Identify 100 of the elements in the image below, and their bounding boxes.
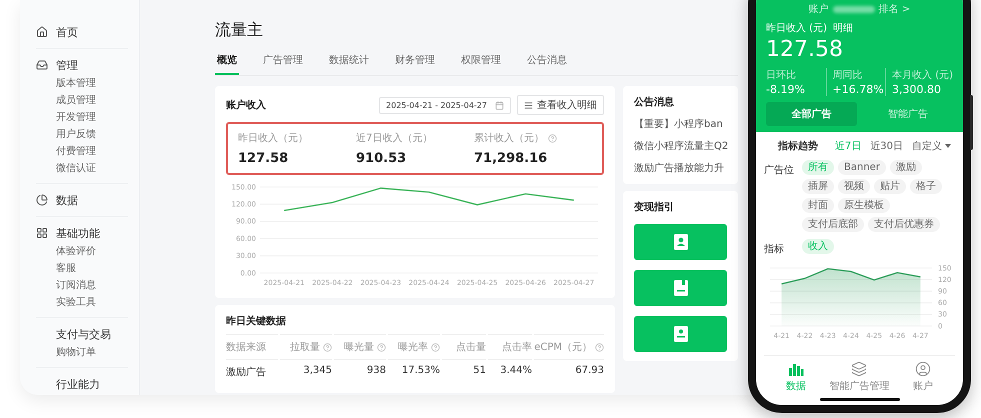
stat-label: 累计收入（元） (474, 132, 544, 145)
filter-label: 广告位 (764, 164, 795, 177)
account-label: 账户 (808, 2, 829, 16)
filter-chip[interactable]: 插屏 (802, 179, 834, 194)
guide-tile[interactable] (634, 224, 727, 260)
sidebar-item[interactable]: 用户反馈 (36, 126, 96, 143)
list-icon (524, 100, 533, 110)
stat-value: -8.19% (766, 83, 806, 96)
stat-label: 周同比 (832, 68, 864, 82)
tab[interactable]: 概览 (215, 53, 239, 75)
card-title: 公告消息 (634, 96, 675, 109)
sidebar-item[interactable]: 微信认证 (36, 160, 96, 177)
filter-chip[interactable]: 格子 (910, 179, 942, 194)
column-header: 曝光率 (398, 340, 428, 354)
sidebar-section[interactable]: 行业能力 (56, 376, 100, 392)
stat-label: 日环比 (766, 68, 797, 82)
sidebar-item[interactable]: 付费管理 (36, 143, 96, 160)
caret-icon (945, 144, 951, 148)
grid-icon (36, 227, 48, 239)
calendar-icon (495, 100, 504, 110)
sidebar-item[interactable]: 购物订单 (36, 344, 96, 361)
sidebar-section[interactable]: 支付与交易 (56, 326, 111, 342)
sidebar-section[interactable]: 基础功能 (56, 226, 100, 240)
ad-tab[interactable]: 全部广告 (766, 102, 856, 126)
stat-value: 910.53 (356, 151, 408, 166)
range-option[interactable]: 自定义 (912, 139, 951, 153)
stat-label: 本月收入 (元) (892, 68, 953, 82)
help-icon (431, 342, 440, 352)
stat-label: 昨日收入（元） (238, 132, 308, 145)
sidebar-item[interactable]: 开发管理 (36, 109, 96, 126)
bar-chart-icon (788, 361, 804, 377)
inbox-icon (36, 59, 48, 71)
filter-chip[interactable]: 贴片 (874, 179, 906, 194)
notice-link[interactable]: 【重要】小程序ban (634, 117, 723, 131)
redacted-bar (832, 6, 875, 12)
section-title: 指标趋势 (778, 140, 818, 153)
column-header: eCPM（元） (534, 341, 592, 354)
income-detail-button[interactable]: 查看收入明细 (517, 95, 604, 115)
card-title: 变现指引 (634, 200, 675, 214)
sidebar-item[interactable]: 订阅消息 (36, 277, 96, 294)
table-cell-text: 激励广告 (226, 366, 267, 380)
stat-label: 近7日收入（元） (356, 132, 432, 145)
document-icon (674, 280, 688, 296)
nav-item[interactable]: 智能广告管理 (828, 361, 892, 393)
column-header: 数据来源 (226, 340, 266, 354)
help-icon (323, 342, 332, 352)
card-title: 账户收入 (226, 98, 266, 112)
notice-link[interactable]: 激励广告播放能力升 (634, 161, 724, 175)
stat-value: +16.78% (832, 83, 885, 96)
stat-value: 127.58 (238, 151, 290, 166)
tab[interactable]: 广告管理 (261, 53, 305, 75)
sidebar-section[interactable]: 首页 (56, 24, 78, 40)
help-icon (377, 342, 386, 352)
sidebar-item[interactable]: 版本管理 (36, 75, 96, 92)
filter-chip[interactable]: 原生模板 (838, 198, 890, 213)
tab[interactable]: 财务管理 (393, 53, 437, 75)
filter-chip[interactable]: Banner (838, 160, 886, 175)
filter-chip[interactable]: 支付后底部 (802, 217, 864, 232)
guide-tile[interactable] (634, 316, 727, 352)
sidebar-item[interactable]: 体验评价 (36, 243, 96, 260)
badge-card-icon (674, 326, 688, 342)
help-icon (595, 342, 604, 352)
filter-chip[interactable]: 支付后优惠券 (868, 217, 940, 232)
user-icon (915, 361, 932, 377)
stat-value: 3,300.80 (892, 83, 942, 96)
income-label: 昨日收入 (元) (766, 22, 827, 35)
notice-link[interactable]: 微信小程序流量主Q2 (634, 139, 728, 153)
stat-value: 71,298.16 (474, 151, 548, 166)
tab[interactable]: 公告消息 (525, 53, 569, 75)
home-icon (36, 26, 48, 38)
profile-card-icon (674, 234, 688, 250)
filter-label: 指标 (764, 242, 785, 256)
sidebar-item[interactable]: 成员管理 (36, 92, 96, 109)
table-cell-text: 67.93 (574, 364, 604, 378)
card-title: 昨日关键数据 (226, 314, 287, 328)
range-option[interactable]: 近30日 (870, 139, 903, 153)
table-cell-text: 3.44% (499, 364, 532, 378)
filter-chip[interactable]: 激励 (890, 160, 922, 175)
filter-chip[interactable]: 封面 (802, 198, 834, 213)
income-value: 127.58 (766, 37, 843, 62)
layers-icon (851, 361, 868, 377)
guide-tile[interactable] (634, 270, 727, 306)
table-cell-text: 938 (366, 364, 386, 378)
date-range-field[interactable]: 2025-04-21 - 2025-04-27 (379, 96, 511, 114)
help-icon (548, 134, 557, 142)
tab[interactable]: 权限管理 (459, 53, 503, 75)
column-header: 点击量 (456, 340, 486, 354)
sidebar-item[interactable]: 实验工具 (36, 294, 96, 311)
nav-item[interactable]: 账户 (891, 361, 955, 393)
table-cell-text: 51 (472, 364, 486, 378)
sidebar-section[interactable]: 管理 (56, 58, 78, 72)
page-title: 流量主 (215, 20, 263, 41)
sidebar-item[interactable]: 客服 (36, 260, 76, 277)
column-header: 点击率 (502, 340, 532, 354)
table-cell-text: 17.53% (400, 364, 440, 378)
column-header: 曝光量 (344, 340, 374, 354)
tab[interactable]: 数据统计 (327, 53, 371, 75)
table-cell-text: 3,345 (302, 364, 332, 378)
sidebar-section[interactable]: 数据 (56, 192, 78, 208)
filter-chip[interactable]: 视频 (838, 179, 870, 194)
